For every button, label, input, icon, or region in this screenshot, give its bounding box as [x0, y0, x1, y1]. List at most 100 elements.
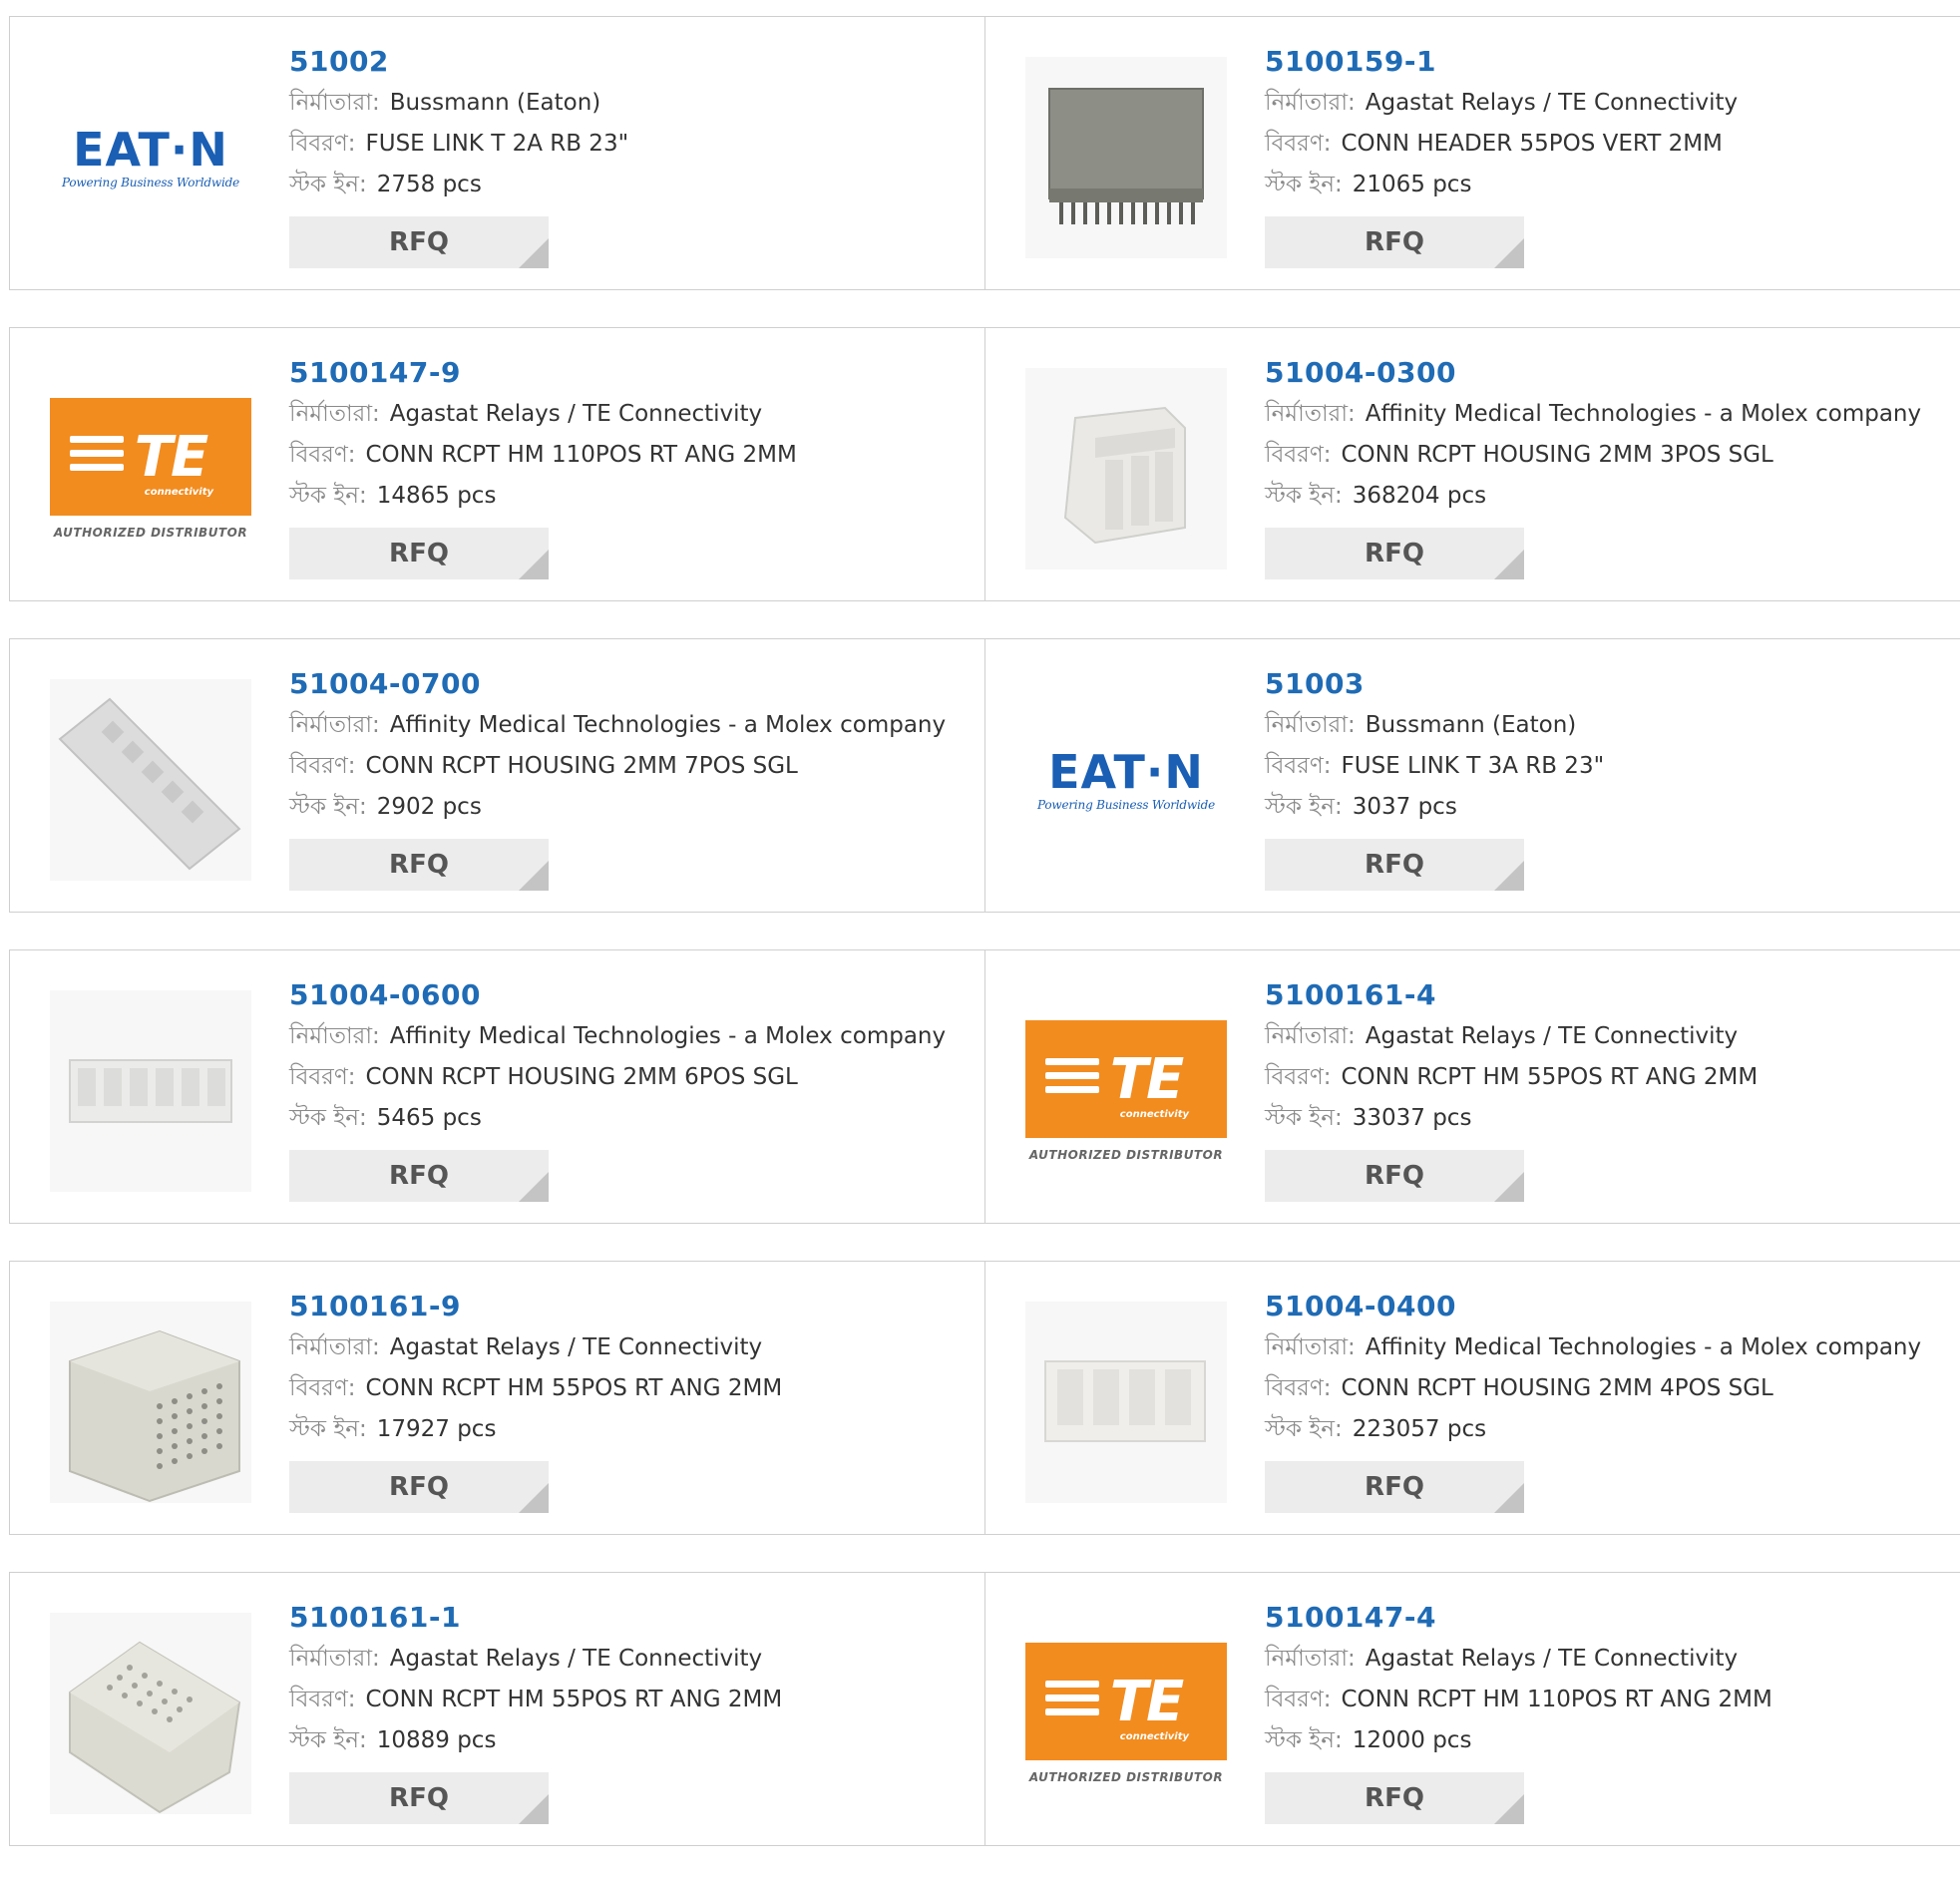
- product-info: 5100161-9 নির্মাতারা: Agastat Relays / TE…: [289, 1290, 966, 1448]
- product-image[interactable]: TE connectivity AUTHORIZED DISTRIBUTOR: [50, 368, 251, 569]
- product-image[interactable]: [1025, 1302, 1227, 1503]
- rfq-button[interactable]: RFQ: [289, 1772, 549, 1824]
- stock-line: স্টক ইন: 12000 pcs: [1265, 1722, 1941, 1759]
- manufacturer-label: নির্মাতারা:: [289, 401, 380, 427]
- corner-decoration: [519, 1483, 549, 1513]
- stock-value: 14865 pcs: [376, 483, 497, 509]
- product-image[interactable]: [1025, 368, 1227, 569]
- stock-label: স্টক ইন:: [1265, 483, 1343, 509]
- stock-label: স্টক ইন:: [1265, 1416, 1343, 1442]
- description-line: বিবরণ: CONN RCPT HM 55POS RT ANG 2MM: [1265, 1059, 1941, 1096]
- manufacturer-value: Affinity Medical Technologies - a Molex …: [1365, 401, 1922, 427]
- product-info: 51004-0300 নির্মাতারা: Affinity Medical T…: [1265, 356, 1941, 515]
- eaton-logo: EAT·N Powering Business Worldwide: [62, 122, 239, 189]
- manufacturer-label: নির্মাতারা:: [289, 90, 380, 116]
- stock-line: স্টক ইন: 10889 pcs: [289, 1722, 966, 1759]
- stock-value: 3037 pcs: [1352, 794, 1457, 820]
- rfq-button[interactable]: RFQ: [1265, 839, 1524, 891]
- product-image[interactable]: [50, 679, 251, 881]
- description-label: বিবরণ:: [1265, 131, 1332, 157]
- stock-line: স্টক ইন: 14865 pcs: [289, 478, 966, 515]
- stock-label: স্টক ইন:: [289, 172, 367, 197]
- rfq-button[interactable]: RFQ: [1265, 528, 1524, 579]
- stock-line: স্টক ইন: 223057 pcs: [1265, 1411, 1941, 1448]
- corner-decoration: [519, 1172, 549, 1202]
- part-number-link[interactable]: 51002: [289, 45, 389, 79]
- manufacturer-label: নির্মাতারা:: [289, 712, 380, 738]
- product-info: 51004-0700 নির্মাতারা: Affinity Medical T…: [289, 667, 966, 826]
- product-card: 5100161-1 নির্মাতারা: Agastat Relays / TE…: [9, 1572, 986, 1846]
- part-number-link[interactable]: 5100161-1: [289, 1601, 461, 1635]
- part-number-link[interactable]: 5100147-4: [1265, 1601, 1436, 1635]
- stock-line: স্টক ইন: 21065 pcs: [1265, 167, 1941, 203]
- description-value: CONN RCPT HOUSING 2MM 3POS SGL: [1341, 442, 1773, 468]
- header-connector-photo: [1025, 57, 1227, 258]
- product-card: TE connectivity AUTHORIZED DISTRIBUTOR 51…: [984, 1572, 1960, 1846]
- product-card: 51004-0300 নির্মাতারা: Affinity Medical T…: [984, 327, 1960, 601]
- description-value: FUSE LINK T 3A RB 23": [1341, 753, 1605, 779]
- corner-decoration: [519, 1794, 549, 1824]
- te-connectivity-logo: TE connectivity AUTHORIZED DISTRIBUTOR: [1025, 1643, 1227, 1784]
- stock-label: স্টক ইন:: [289, 794, 367, 820]
- product-image[interactable]: EAT·N Powering Business Worldwide: [1025, 679, 1227, 881]
- rfq-button[interactable]: RFQ: [1265, 1461, 1524, 1513]
- manufacturer-line: নির্মাতারা: Affinity Medical Technologies…: [1265, 396, 1941, 433]
- product-row: EAT·N Powering Business Worldwide 51002 …: [9, 16, 1960, 290]
- part-number-link[interactable]: 51004-0400: [1265, 1290, 1456, 1323]
- part-number-link[interactable]: 51004-0300: [1265, 356, 1456, 390]
- product-row: 51004-0600 নির্মাতারা: Affinity Medical T…: [9, 949, 1960, 1224]
- product-image[interactable]: [1025, 57, 1227, 258]
- stock-value: 2902 pcs: [376, 794, 482, 820]
- rfq-button[interactable]: RFQ: [289, 216, 549, 268]
- description-value: CONN RCPT HM 55POS RT ANG 2MM: [365, 1687, 783, 1712]
- product-image[interactable]: [50, 1302, 251, 1503]
- manufacturer-label: নির্মাতারা:: [1265, 1334, 1356, 1360]
- rfq-button[interactable]: RFQ: [289, 1150, 549, 1202]
- manufacturer-line: নির্মাতারা: Affinity Medical Technologies…: [289, 1018, 966, 1055]
- stock-line: স্টক ইন: 368204 pcs: [1265, 478, 1941, 515]
- manufacturer-value: Agastat Relays / TE Connectivity: [389, 401, 763, 427]
- description-label: বিবরণ:: [289, 1687, 356, 1712]
- part-number-link[interactable]: 51004-0700: [289, 667, 481, 701]
- description-line: বিবরণ: CONN RCPT HM 110POS RT ANG 2MM: [1265, 1682, 1941, 1718]
- housing-4pos-photo: [1025, 1302, 1227, 1503]
- product-image[interactable]: TE connectivity AUTHORIZED DISTRIBUTOR: [1025, 990, 1227, 1192]
- rfq-button[interactable]: RFQ: [1265, 216, 1524, 268]
- product-info: 5100147-4 নির্মাতারা: Agastat Relays / TE…: [1265, 1601, 1941, 1759]
- description-value: CONN RCPT HOUSING 2MM 4POS SGL: [1341, 1375, 1773, 1401]
- product-card: 51004-0700 নির্মাতারা: Affinity Medical T…: [9, 638, 986, 913]
- stock-label: স্টক ইন:: [289, 483, 367, 509]
- product-image[interactable]: [50, 1613, 251, 1814]
- rfq-button[interactable]: RFQ: [289, 839, 549, 891]
- part-number-link[interactable]: 51004-0600: [289, 978, 481, 1012]
- corner-decoration: [1494, 550, 1524, 579]
- part-number-link[interactable]: 5100147-9: [289, 356, 461, 390]
- part-number-link[interactable]: 5100159-1: [1265, 45, 1436, 79]
- corner-decoration: [1494, 1483, 1524, 1513]
- product-image[interactable]: [50, 990, 251, 1192]
- part-number-link[interactable]: 5100161-9: [289, 1290, 461, 1323]
- manufacturer-line: নির্মাতারা: Bussmann (Eaton): [289, 85, 966, 122]
- eaton-logo: EAT·N Powering Business Worldwide: [1037, 744, 1215, 812]
- part-number-link[interactable]: 5100161-4: [1265, 978, 1436, 1012]
- manufacturer-line: নির্মাতারা: Agastat Relays / TE Connectiv…: [289, 1329, 966, 1366]
- description-line: বিবরণ: FUSE LINK T 3A RB 23": [1265, 748, 1941, 785]
- description-value: FUSE LINK T 2A RB 23": [365, 131, 629, 157]
- part-number-link[interactable]: 51003: [1265, 667, 1365, 701]
- rfq-button[interactable]: RFQ: [289, 1461, 549, 1513]
- manufacturer-line: নির্মাতারা: Agastat Relays / TE Connectiv…: [1265, 85, 1941, 122]
- product-card: TE connectivity AUTHORIZED DISTRIBUTOR 51…: [984, 949, 1960, 1224]
- corner-decoration: [1494, 861, 1524, 891]
- product-info: 51004-0600 নির্মাতারা: Affinity Medical T…: [289, 978, 966, 1137]
- rfq-button[interactable]: RFQ: [289, 528, 549, 579]
- product-image[interactable]: EAT·N Powering Business Worldwide: [50, 57, 251, 258]
- description-line: বিবরণ: CONN RCPT HOUSING 2MM 7POS SGL: [289, 748, 966, 785]
- stock-value: 2758 pcs: [376, 172, 482, 197]
- product-card: 51004-0600 নির্মাতারা: Affinity Medical T…: [9, 949, 986, 1224]
- rfq-button[interactable]: RFQ: [1265, 1772, 1524, 1824]
- product-image[interactable]: TE connectivity AUTHORIZED DISTRIBUTOR: [1025, 1613, 1227, 1814]
- product-card: 51004-0400 নির্মাতারা: Affinity Medical T…: [984, 1261, 1960, 1535]
- manufacturer-value: Agastat Relays / TE Connectivity: [1365, 1646, 1739, 1672]
- rfq-button[interactable]: RFQ: [1265, 1150, 1524, 1202]
- description-label: বিবরণ:: [289, 1375, 356, 1401]
